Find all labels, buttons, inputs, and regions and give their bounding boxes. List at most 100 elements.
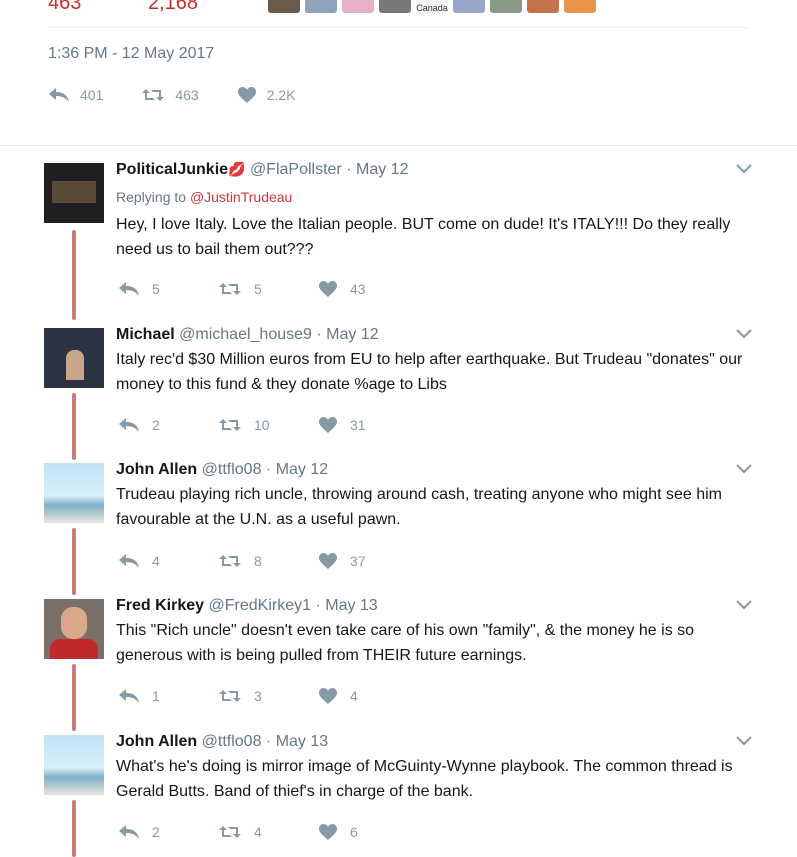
liker-avatar[interactable]: [564, 0, 596, 13]
chevron-down-icon[interactable]: [736, 164, 752, 174]
replying-to-mention[interactable]: @JustinTrudeau: [190, 189, 292, 205]
avatar-face: [61, 607, 87, 639]
tweet-date[interactable]: May 12: [326, 326, 378, 343]
retweet-icon: [219, 826, 241, 838]
replying-to-label: Replying to: [116, 189, 190, 205]
reply-button[interactable]: 5: [118, 281, 218, 297]
reply-tweet[interactable]: John Allen @ttflo08 · May 13 What's he's…: [0, 732, 797, 857]
tweet-header: Michael @michael_house9 · May 12: [116, 326, 379, 344]
like-button[interactable]: 37: [318, 552, 418, 570]
display-name[interactable]: Michael: [116, 326, 175, 343]
tweet-date[interactable]: May 13: [325, 597, 377, 614]
like-count: 43: [350, 281, 366, 297]
liker-avatar[interactable]: [268, 0, 300, 13]
reply-icon: [119, 282, 139, 296]
chevron-down-icon[interactable]: [736, 464, 752, 474]
user-handle[interactable]: @FlaPollster: [250, 161, 342, 178]
tweet-date[interactable]: May 12: [356, 161, 408, 178]
retweet-icon: [219, 555, 241, 567]
reply-button[interactable]: 4: [118, 553, 218, 569]
separator-dot: ·: [265, 733, 272, 750]
like-count: 31: [350, 417, 366, 433]
thread-line: [72, 528, 76, 595]
liker-avatars: Canada: [268, 0, 596, 13]
retweet-button[interactable]: 463: [141, 87, 199, 103]
avatar[interactable]: [44, 163, 104, 223]
avatar[interactable]: [44, 463, 104, 523]
heart-icon: [319, 824, 337, 840]
chevron-down-icon[interactable]: [736, 600, 752, 610]
thread-line: [72, 664, 76, 731]
liker-avatar-caption: Canada: [416, 3, 448, 13]
liker-avatar[interactable]: Canada: [416, 0, 448, 13]
retweet-count-stat[interactable]: 463: [48, 0, 81, 15]
like-count: 6: [350, 824, 358, 840]
main-tweet-actions: 401 463 2.2K: [48, 86, 334, 104]
reply-tweet[interactable]: John Allen @ttflo08 · May 12 Trudeau pla…: [0, 460, 797, 595]
tweet-text: Hey, I love Italy. Love the Italian peop…: [116, 216, 731, 258]
tweet-timestamp[interactable]: 1:36 PM - 12 May 2017: [48, 45, 214, 63]
like-count: 2.2K: [266, 87, 296, 103]
heart-icon: [319, 281, 337, 297]
tweet-actions: 5 5 43: [118, 280, 418, 298]
chevron-down-icon[interactable]: [736, 736, 752, 746]
like-button[interactable]: 43: [318, 280, 418, 298]
tweet-text: Trudeau playing rich uncle, throwing aro…: [116, 486, 722, 528]
name-emoji: 💋: [228, 161, 246, 177]
liker-avatar[interactable]: [527, 0, 559, 13]
display-name[interactable]: PoliticalJunkie: [116, 161, 228, 178]
separator-dot: ·: [265, 461, 272, 478]
liker-avatar[interactable]: [453, 0, 485, 13]
retweet-count: 4: [254, 824, 262, 840]
retweet-count: 10: [254, 417, 270, 433]
reply-tweet[interactable]: PoliticalJunkie💋 @FlaPollster · May 12 R…: [0, 160, 797, 320]
user-handle[interactable]: @michael_house9: [179, 326, 312, 343]
like-count-stat[interactable]: 2,168: [148, 0, 198, 15]
avatar-shirt: [50, 639, 98, 659]
thread-line: [72, 800, 76, 857]
liker-avatar[interactable]: [305, 0, 337, 13]
reply-tweet[interactable]: Fred Kirkey @FredKirkey1 · May 13 This "…: [0, 596, 797, 731]
display-name[interactable]: Fred Kirkey: [116, 597, 204, 614]
reply-button[interactable]: 2: [118, 824, 218, 840]
display-name[interactable]: John Allen: [116, 461, 197, 478]
retweet-button[interactable]: 10: [218, 417, 318, 433]
retweet-button[interactable]: 3: [218, 688, 318, 704]
tweet-header: PoliticalJunkie💋 @FlaPollster · May 12: [116, 161, 408, 179]
separator-dot: ·: [315, 597, 321, 614]
reply-count: 2: [152, 417, 160, 433]
retweet-icon: [142, 89, 165, 101]
reply-button[interactable]: 2: [118, 417, 218, 433]
user-handle[interactable]: @ttflo08: [202, 461, 262, 478]
reply-button[interactable]: 401: [48, 87, 103, 103]
avatar[interactable]: [44, 599, 104, 659]
like-button[interactable]: 31: [318, 416, 418, 434]
reply-count: 1: [152, 688, 160, 704]
retweet-count: 8: [254, 553, 262, 569]
user-handle[interactable]: @FredKirkey1: [209, 597, 312, 614]
retweet-icon: [219, 690, 241, 702]
separator-dot: ·: [346, 161, 352, 178]
tweet-date[interactable]: May 13: [276, 733, 328, 750]
liker-avatar[interactable]: [379, 0, 411, 13]
tweet-actions: 2 10 31: [118, 416, 418, 434]
reply-button[interactable]: 1: [118, 688, 218, 704]
chevron-down-icon[interactable]: [736, 329, 752, 339]
tweet-actions: 1 3 4: [118, 687, 418, 705]
tweet-date[interactable]: May 12: [276, 461, 328, 478]
retweet-button[interactable]: 4: [218, 824, 318, 840]
retweet-button[interactable]: 8: [218, 553, 318, 569]
avatar[interactable]: [44, 328, 104, 388]
liker-avatar[interactable]: [490, 0, 522, 13]
like-button[interactable]: 2.2K: [237, 86, 296, 104]
like-count: 4: [350, 688, 358, 704]
reply-tweet[interactable]: Michael @michael_house9 · May 12 Italy r…: [0, 325, 797, 460]
retweet-button[interactable]: 5: [218, 281, 318, 297]
liker-avatar[interactable]: [342, 0, 374, 13]
like-button[interactable]: 4: [318, 687, 418, 705]
retweet-count: 5: [254, 281, 262, 297]
avatar[interactable]: [44, 735, 104, 795]
display-name[interactable]: John Allen: [116, 733, 197, 750]
user-handle[interactable]: @ttflo08: [202, 733, 262, 750]
like-button[interactable]: 6: [318, 823, 418, 841]
